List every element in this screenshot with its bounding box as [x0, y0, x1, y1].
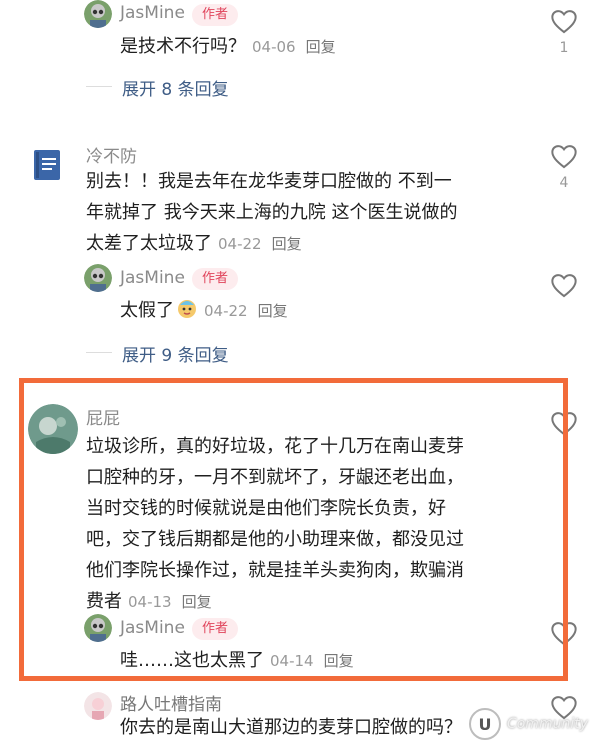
watermark: U Community	[468, 708, 588, 740]
like-count: 4	[559, 175, 569, 191]
comment-date: 04-22	[218, 235, 262, 253]
comment-text: 是技术不行吗？ 04-06 回复	[120, 31, 336, 63]
like-heart-icon[interactable]	[550, 143, 578, 169]
expand-replies-button[interactable]: 展开 8 条回复	[122, 75, 229, 100]
comment-date: 04-22	[204, 302, 248, 320]
expand-divider	[86, 86, 112, 87]
reply-button[interactable]: 回复	[306, 38, 336, 56]
avatar[interactable]	[30, 148, 64, 182]
emoji-face-icon	[176, 297, 198, 319]
comment-text: 别去！！我是去年在龙华麦芽口腔做的 不到一 年就掉了 我今天来上海的九院 这个医…	[86, 166, 526, 260]
comment-line: 太差了太垃圾了	[86, 233, 212, 254]
comment-line: 别去！！我是去年在龙华麦芽口腔做的 不到一	[86, 171, 452, 192]
reply-button[interactable]: 回复	[272, 235, 302, 253]
comment-body: 是技术不行吗？	[120, 36, 246, 57]
avatar[interactable]	[84, 0, 112, 28]
comment-line: 年就掉了 我今天来上海的九院 这个医生说做的	[86, 202, 458, 223]
comment-username[interactable]: JasMine	[120, 268, 185, 288]
expand-replies-button[interactable]: 展开 9 条回复	[122, 341, 229, 366]
watermark-text: Community	[506, 716, 588, 732]
comment-username[interactable]: JasMine	[120, 3, 185, 23]
avatar[interactable]	[84, 264, 112, 292]
comment-text: 太假了 04-22 回复	[120, 295, 288, 327]
author-badge: 作者	[192, 4, 239, 26]
reply-button[interactable]: 回复	[258, 302, 288, 320]
avatar[interactable]	[84, 692, 112, 720]
like-heart-icon[interactable]	[550, 272, 578, 298]
comment-body: 太假了	[120, 300, 174, 321]
comment-text: 你去的是南山大道那边的麦芽口腔做的吗？	[120, 712, 462, 743]
author-badge: 作者	[192, 268, 239, 290]
comment-body: 你去的是南山大道那边的麦芽口腔做的吗？	[120, 717, 462, 738]
expand-divider	[86, 352, 112, 353]
watermark-logo: U	[468, 708, 501, 740]
like-heart-icon[interactable]	[550, 8, 578, 34]
highlight-box	[19, 378, 568, 681]
comment-date: 04-06	[252, 38, 296, 56]
like-count: 1	[559, 40, 569, 56]
comment-username[interactable]: 冷不防	[86, 142, 137, 167]
